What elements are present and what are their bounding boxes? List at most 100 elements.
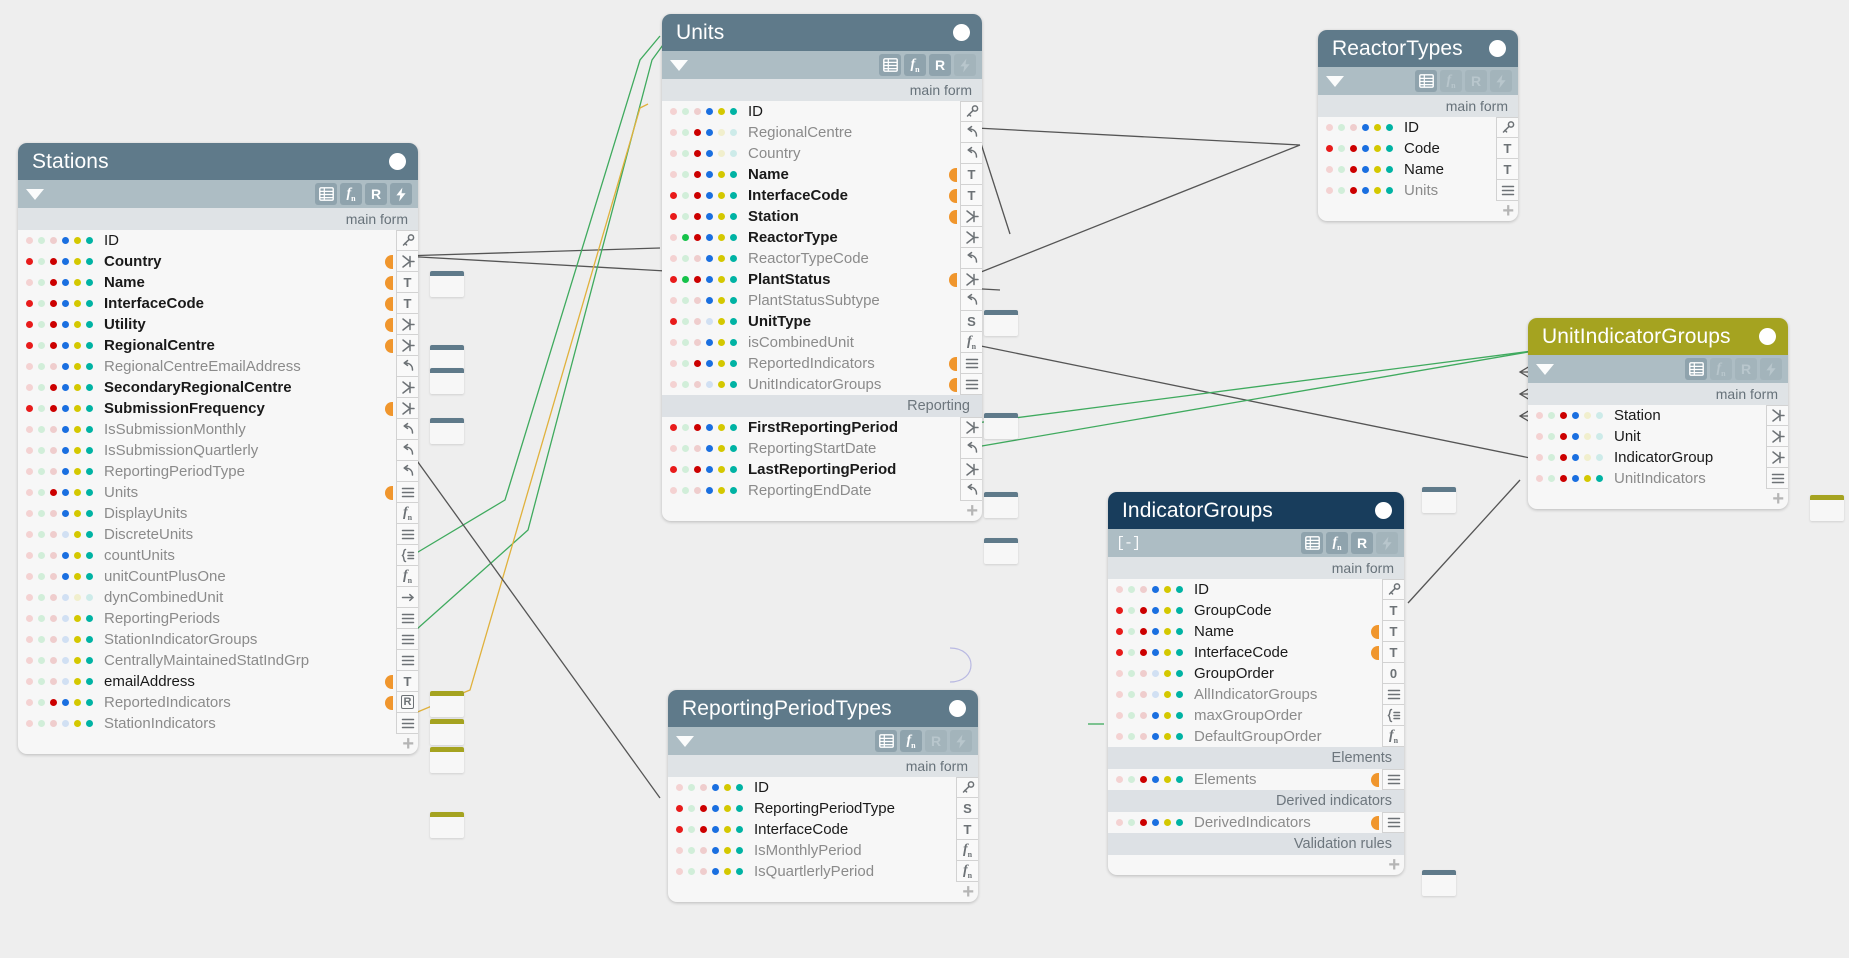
field-row[interactable]: ReportedIndicators [662, 353, 982, 374]
text-type-icon[interactable]: T [1496, 138, 1518, 159]
field-row[interactable]: SecondaryRegionalCentre [18, 377, 418, 398]
relation-icon[interactable] [960, 227, 982, 248]
field-row[interactable]: IsQuartlerlyPeriod fn [668, 861, 978, 882]
entity-card-indicatorgroups[interactable]: IndicatorGroups [-] fn Rmain form ID GroupCod… [1108, 492, 1404, 875]
collapsed-entity-stub[interactable] [430, 691, 464, 717]
field-row[interactable]: dynCombinedUnit [18, 587, 418, 608]
field-row[interactable]: GroupCode T [1108, 600, 1404, 621]
record-type-icon[interactable]: R [396, 692, 418, 713]
field-row[interactable]: RegionalCentre [662, 122, 982, 143]
formula-icon[interactable]: fn [904, 54, 926, 76]
field-row[interactable]: Unit [1528, 426, 1788, 447]
key-icon[interactable] [1382, 579, 1404, 600]
field-row[interactable]: InterfaceCode T [662, 185, 982, 206]
lightning-icon[interactable] [1490, 70, 1512, 92]
table-grid-icon[interactable] [1301, 532, 1323, 554]
collapsed-entity-stub[interactable] [1422, 870, 1456, 896]
formula-icon[interactable]: fn [340, 183, 362, 205]
lightning-icon[interactable] [950, 730, 972, 752]
undo-icon[interactable] [960, 438, 982, 459]
field-row[interactable]: Country [662, 143, 982, 164]
relation-icon[interactable] [960, 206, 982, 227]
relationship-link-units-uig-green2[interactable] [975, 349, 1541, 448]
record-icon[interactable]: R [929, 54, 951, 76]
formula-icon[interactable]: fn [1710, 358, 1732, 380]
field-row[interactable]: ReportingEndDate [662, 480, 982, 501]
text-type-icon[interactable]: T [396, 671, 418, 692]
field-row[interactable]: IsSubmissionMonthly [18, 419, 418, 440]
key-icon[interactable] [960, 101, 982, 122]
collapsed-entity-stub[interactable] [1422, 487, 1456, 513]
add-field-row[interactable]: + [1318, 201, 1518, 221]
plus-icon[interactable]: + [1388, 855, 1400, 875]
collapsed-entity-stub[interactable] [984, 538, 1018, 564]
relationship-link-units-id-to-reactortypes[interactable] [975, 127, 1301, 146]
field-row[interactable]: ReportingPeriods [18, 608, 418, 629]
entity-header-unitindicatorgroups[interactable]: UnitIndicatorGroups [1528, 318, 1788, 355]
field-row[interactable]: Code T [1318, 138, 1518, 159]
field-row[interactable]: Units [18, 482, 418, 503]
plus-icon[interactable]: + [1772, 489, 1784, 509]
collapsed-entity-stub[interactable] [984, 310, 1018, 336]
undo-icon[interactable] [396, 356, 418, 377]
text-type-icon[interactable]: T [960, 185, 982, 206]
entity-status-dot-icon[interactable] [953, 24, 970, 41]
entity-status-dot-icon[interactable] [1759, 328, 1776, 345]
formula-icon[interactable]: fn [1326, 532, 1348, 554]
relationship-link-stations-green-b[interactable] [407, 37, 669, 638]
field-row[interactable]: Name T [662, 164, 982, 185]
field-row[interactable]: ReactorTypeCode [662, 248, 982, 269]
text-type-icon[interactable]: T [396, 293, 418, 314]
field-row[interactable]: CentrallyMaintainedStatIndGrp [18, 650, 418, 671]
field-row[interactable]: RegionalCentreEmailAddress [18, 356, 418, 377]
text-type-icon[interactable]: T [956, 819, 978, 840]
collapsed-entity-stub[interactable] [984, 492, 1018, 518]
list-icon[interactable] [396, 608, 418, 629]
chevron-down-icon[interactable] [1536, 363, 1554, 375]
undo-icon[interactable] [396, 440, 418, 461]
list-icon[interactable] [396, 482, 418, 503]
undo-icon[interactable] [960, 122, 982, 143]
field-row[interactable]: PlantStatus [662, 269, 982, 290]
relation-icon[interactable] [396, 377, 418, 398]
relationship-link-stations-id-to-units-station[interactable] [401, 247, 661, 257]
field-row[interactable]: UnitIndicators [1528, 468, 1788, 489]
field-row[interactable]: DerivedIndicators [1108, 812, 1404, 833]
entity-card-reactortypes[interactable]: ReactorTypes fn Rmain form ID Code T Name T Unit… [1318, 30, 1518, 221]
entity-status-dot-icon[interactable] [389, 153, 406, 170]
field-row[interactable]: ID [662, 101, 982, 122]
field-row[interactable]: RegionalCentre [18, 335, 418, 356]
field-row[interactable]: IsMonthlyPeriod fn [668, 840, 978, 861]
chevron-down-icon[interactable] [676, 735, 694, 747]
formula-icon[interactable]: fn [396, 503, 418, 524]
table-grid-icon[interactable] [875, 730, 897, 752]
field-row[interactable]: StationIndicatorGroups [18, 629, 418, 650]
field-row[interactable]: IsSubmissionQuartlerly [18, 440, 418, 461]
field-row[interactable]: DefaultGroupOrder fn [1108, 726, 1404, 747]
set-icon[interactable] [1382, 705, 1404, 726]
relation-icon[interactable] [960, 459, 982, 480]
entity-status-dot-icon[interactable] [949, 700, 966, 717]
lightning-icon[interactable] [954, 54, 976, 76]
list-icon[interactable] [960, 374, 982, 395]
collapsed-entity-stub[interactable] [430, 368, 464, 394]
relation-icon[interactable] [396, 398, 418, 419]
text-type-icon[interactable]: T [1382, 621, 1404, 642]
field-row[interactable]: maxGroupOrder [1108, 705, 1404, 726]
field-row[interactable]: ReportingPeriodType S [668, 798, 978, 819]
field-row[interactable]: LastReportingPeriod [662, 459, 982, 480]
list-icon[interactable] [960, 353, 982, 374]
chevron-down-icon[interactable] [1326, 75, 1344, 87]
undo-icon[interactable] [396, 419, 418, 440]
entity-header-stations[interactable]: Stations [18, 143, 418, 180]
field-row[interactable]: ID [1318, 117, 1518, 138]
record-icon[interactable]: R [365, 183, 387, 205]
formula-icon[interactable]: fn [960, 332, 982, 353]
field-row[interactable]: ID [668, 777, 978, 798]
field-row[interactable]: GroupOrder 0 [1108, 663, 1404, 684]
field-row[interactable]: DiscreteUnits [18, 524, 418, 545]
field-row[interactable]: Station [662, 206, 982, 227]
field-row[interactable]: SubmissionFrequency [18, 398, 418, 419]
undo-icon[interactable] [960, 143, 982, 164]
entity-header-reportingperiodtypes[interactable]: ReportingPeriodTypes [668, 690, 978, 727]
